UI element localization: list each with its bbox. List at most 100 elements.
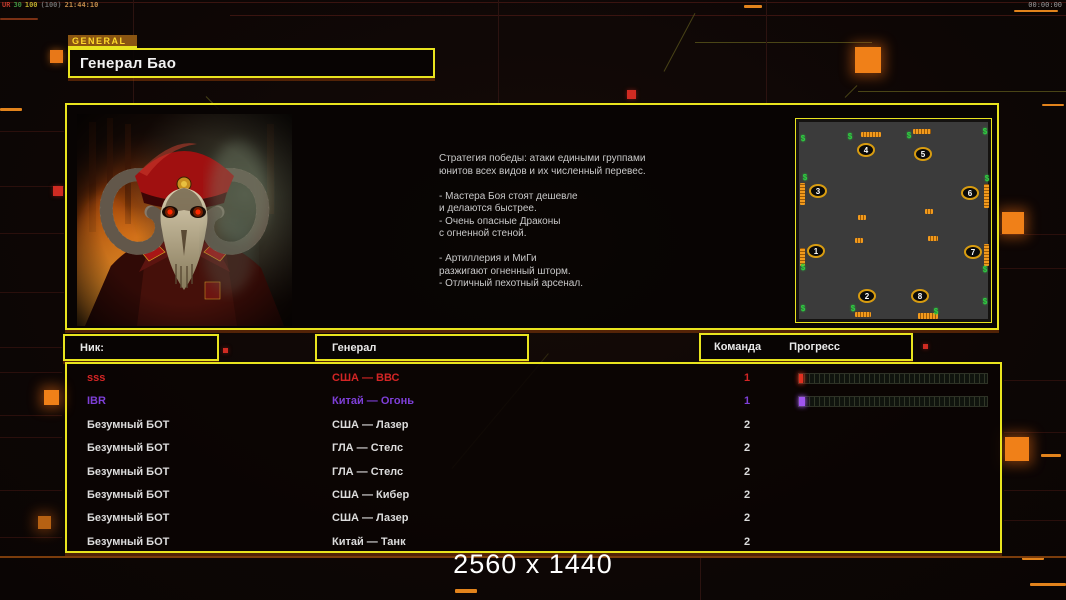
circuit-line [1004,520,1066,521]
circuit-line [0,18,38,20]
circuit-line [1004,380,1066,381]
resolution-watermark: 2560 x 1440 [453,549,613,579]
minimap-start-position-badge: 3 [809,184,827,198]
circuit-square [627,90,636,99]
glow-square [855,47,881,73]
circuit-line [663,12,696,72]
circuit-line [766,0,767,103]
minimap-start-position-badge: 2 [858,289,876,303]
player-nick: IBR [87,395,106,408]
circuit-line [695,42,872,43]
player-general: ГЛА — Стелс [332,442,404,455]
minimap-start-position-badge: 5 [914,147,932,161]
minimap-start-position-badge: 6 [961,186,979,200]
minimap-start-positions: 1 2 3 4 5 6 7 8 [796,119,991,322]
player-general: Китай — Танк [332,535,406,548]
performance-overlay-segment: (100) [40,1,62,9]
loading-progress-fill [799,397,805,407]
nick-header-label: Ник: [80,341,104,354]
loading-progress-bar [798,373,988,384]
column-header-team-progress: Команда Прогресс [699,333,913,361]
general-tab-label: GENERAL [68,35,137,48]
general-info-panel: Стратегия победы: атаки едиными группами… [65,103,999,330]
circuit-square [923,344,928,349]
circuit-line [230,15,1066,16]
performance-overlay-segment: UR [2,1,11,9]
progress-header-label: Прогресс [789,341,841,353]
circuit-square [223,348,228,353]
table-row: IBR Китай — Огонь 1 [67,390,1000,413]
circuit-line [844,85,858,98]
player-nick: Безумный БОТ [87,488,170,501]
glow-square [38,516,51,529]
circuit-dash [455,589,477,593]
player-team: 1 [743,372,751,384]
circuit-dash [1042,104,1064,106]
circuit-line [0,131,64,132]
player-team: 2 [743,535,751,548]
circuit-line [0,415,62,416]
glow-square [1002,212,1024,234]
player-general: США — ВВС [332,372,400,384]
player-nick: sss [87,372,106,384]
map-preview: $ $ $ $ $ $ $ $ $ $ $ $ 12345678 [795,118,992,323]
general-portrait [77,114,292,326]
circuit-line [0,2,1066,3]
general-title-box: Генерал Бао [68,48,435,78]
player-general: США — Лазер [332,418,409,431]
circuit-line [0,233,64,234]
column-header-nick: Ник: [63,334,219,361]
circuit-line [0,372,62,373]
table-row: Безумный БОТ США — Кибер 2 [67,484,1000,507]
performance-overlay-segment: 100 [24,1,38,9]
player-nick: Безумный БОТ [87,442,170,455]
circuit-dash [1030,583,1066,586]
minimap-start-position-badge: 1 [807,244,825,258]
title-marker-square [50,50,63,63]
circuit-line [0,347,62,348]
column-header-general: Генерал [315,334,529,361]
loading-progress-fill [799,374,803,383]
table-row: Безумный БОТ США — Лазер 2 [67,414,1000,437]
player-team: 2 [743,512,751,525]
player-general: Китай — Огонь [332,395,414,408]
performance-overlay: UR 30 100 (100) 21:44:10 [2,1,101,9]
minimap-start-position-badge: 4 [857,143,875,157]
circuit-square [53,186,63,196]
minimap-start-position-badge: 8 [911,289,929,303]
circuit-line [1004,490,1066,491]
strategy-description: Стратегия победы: атаки едиными группами… [439,153,646,289]
player-loading-table: sss США — ВВС 1 IBR Китай — Огонь 1 Безу… [65,362,1002,553]
player-general: США — Лазер [332,512,409,525]
glow-square [1005,437,1029,461]
circuit-line [1000,268,1066,269]
player-general: ГЛА — Стелс [332,465,404,478]
circuit-dash [1014,10,1058,12]
player-team: 2 [743,442,751,455]
performance-overlay-segment: 21:44:10 [64,1,99,9]
page-title: Генерал Бао [80,54,177,72]
loading-screen: { "hud": { "perf_overlay": [ {"text": "U… [0,0,1066,600]
general-header-label: Генерал [332,341,377,354]
team-header-label: Команда [714,341,762,353]
circuit-dash [744,5,762,8]
minimap-start-position-badge: 7 [964,245,982,259]
circuit-dash [1041,454,1061,457]
player-team: 2 [743,465,751,478]
general-portrait-art [77,114,292,326]
circuit-dash [0,108,22,111]
performance-overlay-segment: 30 [13,1,22,9]
table-row: Безумный БОТ США — Лазер 2 [67,507,1000,530]
player-team: 1 [743,395,751,408]
circuit-line [0,292,64,293]
player-nick: Безумный БОТ [87,535,170,548]
circuit-line [0,437,62,438]
player-nick: Безумный БОТ [87,465,170,478]
circuit-line [498,0,499,103]
player-nick: Безумный БОТ [87,512,170,525]
circuit-line [0,490,62,491]
circuit-line [858,91,1066,92]
circuit-line [700,556,701,600]
circuit-line [0,537,62,538]
player-general: США — Кибер [332,488,410,501]
